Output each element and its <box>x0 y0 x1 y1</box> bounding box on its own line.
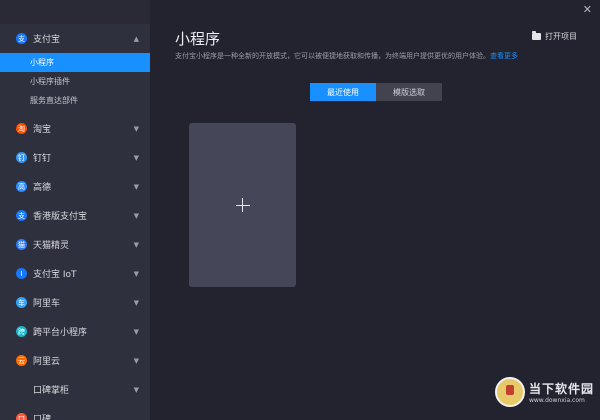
sidebar-group-label: 高德 <box>33 183 52 193</box>
sidebar-group-label: 支付宝 IoT <box>33 270 77 280</box>
alipay-iot-icon: I <box>16 268 27 279</box>
sidebar-group-label: 跨平台小程序 <box>33 328 88 338</box>
sidebar: 支 支付宝 ▲ 小程序 小程序插件 服务直达部件 淘 淘宝 ▼ 钉 钉钉 ▼ 高… <box>0 0 150 420</box>
sidebar-group-koubei[interactable]: 口 口碑 <box>0 404 150 420</box>
sidebar-item-mini-program[interactable]: 小程序 <box>0 53 150 72</box>
tmall-genie-icon: 猫 <box>16 239 27 250</box>
tab-recent[interactable]: 最近使用 <box>310 83 376 101</box>
sidebar-group-label: 口碑 <box>33 415 52 420</box>
sidebar-item-label: 小程序 <box>30 58 54 67</box>
sidebar-item-service-widget[interactable]: 服务直达部件 <box>0 91 150 110</box>
chevron-down-icon: ▼ <box>133 269 139 278</box>
amap-icon: 高 <box>16 181 27 192</box>
sidebar-group-label: 阿里云 <box>33 357 61 367</box>
sidebar-group-label: 支付宝 <box>33 35 61 45</box>
tab-bar: 最近使用 模版选取 <box>310 83 442 101</box>
sidebar-group-tmall-genie[interactable]: 猫 天猫精灵 ▼ <box>0 230 150 259</box>
watermark-text: 当下软件园 www.downxia.com <box>529 380 594 404</box>
sidebar-item-label: 小程序插件 <box>30 77 70 86</box>
close-icon[interactable]: ✕ <box>583 3 592 16</box>
sidebar-group-label: 天猫精灵 <box>33 241 70 251</box>
watermark-logo-icon <box>494 377 525 407</box>
watermark: 当下软件园 www.downxia.com <box>494 377 594 407</box>
sidebar-group-alipay-iot[interactable]: I 支付宝 IoT ▼ <box>0 259 150 288</box>
sidebar-group-alipay-hk[interactable]: 支 香港版支付宝 ▼ <box>0 201 150 230</box>
sidebar-group-cross-platform[interactable]: 跨 跨平台小程序 ▼ <box>0 317 150 346</box>
sidebar-header <box>0 0 150 24</box>
sidebar-group-label: 阿里车 <box>33 299 61 309</box>
sidebar-group-label: 淘宝 <box>33 125 52 135</box>
alicar-icon: 车 <box>16 297 27 308</box>
sidebar-group-label: 口碑掌柜 <box>33 386 70 396</box>
page-title: 小程序 <box>175 30 221 48</box>
page-description: 支付宝小程序是一种全新的开放模式，它可以被便捷地获取和传播，为终端用户提供更优的… <box>175 51 518 61</box>
folder-icon <box>532 31 541 40</box>
sidebar-group-aliyun[interactable]: 云 阿里云 ▼ <box>0 346 150 375</box>
chevron-down-icon: ▼ <box>133 153 139 162</box>
sidebar-group-amap[interactable]: 高 高德 ▼ <box>0 172 150 201</box>
sidebar-group-alipay[interactable]: 支 支付宝 ▲ <box>0 24 150 53</box>
sidebar-item-label: 服务直达部件 <box>30 96 78 105</box>
chevron-down-icon: ▼ <box>133 240 139 249</box>
open-project-label: 打开项目 <box>545 32 577 41</box>
dingtalk-icon: 钉 <box>16 152 27 163</box>
sidebar-group-koubei-manager[interactable]: 口碑掌柜 ▼ <box>0 375 150 404</box>
chevron-down-icon: ▼ <box>133 124 139 133</box>
description-text: 支付宝小程序是一种全新的开放模式，它可以被便捷地获取和传播，为终端用户提供更优的… <box>175 52 490 60</box>
cross-platform-icon: 跨 <box>16 326 27 337</box>
open-project-button[interactable]: 打开项目 <box>532 31 577 42</box>
koubei-icon: 口 <box>16 413 27 420</box>
sidebar-group-taobao[interactable]: 淘 淘宝 ▼ <box>0 114 150 143</box>
plus-icon <box>235 198 250 212</box>
chevron-up-icon: ▲ <box>133 34 139 43</box>
alipay-hk-icon: 支 <box>16 210 27 221</box>
main-panel: ✕ 小程序 打开项目 支付宝小程序是一种全新的开放模式，它可以被便捷地获取和传播… <box>150 0 600 420</box>
sidebar-group-dingtalk[interactable]: 钉 钉钉 ▼ <box>0 143 150 172</box>
watermark-url: www.downxia.com <box>528 397 585 404</box>
learn-more-link[interactable]: 查看更多 <box>490 52 518 60</box>
tab-template[interactable]: 模版选取 <box>376 83 442 101</box>
aliyun-icon: 云 <box>16 355 27 366</box>
sidebar-item-mini-program-plugin[interactable]: 小程序插件 <box>0 72 150 91</box>
taobao-icon: 淘 <box>16 123 27 134</box>
sidebar-group-alicar[interactable]: 车 阿里车 ▼ <box>0 288 150 317</box>
sidebar-group-label: 香港版支付宝 <box>33 212 88 222</box>
chevron-down-icon: ▼ <box>133 385 139 394</box>
chevron-down-icon: ▼ <box>133 298 139 307</box>
new-project-card[interactable] <box>189 123 296 287</box>
chevron-down-icon: ▼ <box>133 327 139 336</box>
watermark-name: 当下软件园 <box>528 382 594 396</box>
alipay-icon: 支 <box>16 33 27 44</box>
chevron-down-icon: ▼ <box>133 211 139 220</box>
sidebar-group-label: 钉钉 <box>33 154 52 164</box>
blank-icon <box>16 384 27 395</box>
chevron-down-icon: ▼ <box>133 356 139 365</box>
chevron-down-icon: ▼ <box>133 182 139 191</box>
